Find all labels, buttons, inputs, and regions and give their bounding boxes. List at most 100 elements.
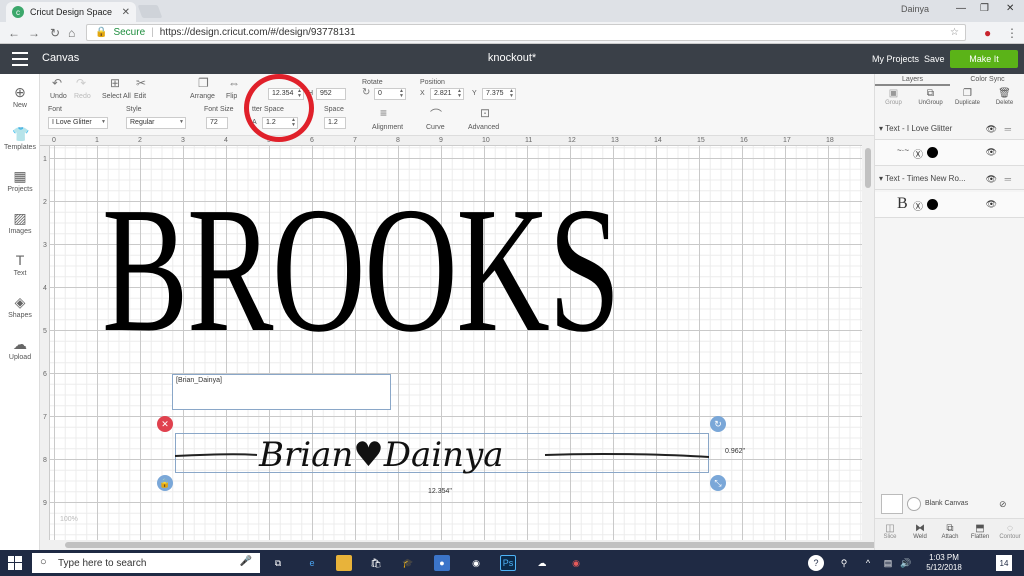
taskbar-clock[interactable]: 1:03 PM 5/12/2018 — [914, 553, 974, 573]
collapse-icon[interactable]: ▾ — [879, 174, 883, 183]
home-icon[interactable]: ⌂ — [68, 26, 75, 40]
browser-user[interactable]: Dainya — [901, 4, 929, 14]
contour-button[interactable]: ◌ Contour — [995, 523, 1024, 540]
curve-menu[interactable]: Curve — [426, 124, 445, 131]
taskbar-search-input[interactable]: ○ Type here to search 🎤 — [32, 553, 260, 573]
slice-button[interactable]: ◫ Slice — [875, 523, 905, 540]
rotate-field[interactable]: 0 ▲ ▼ — [374, 88, 406, 100]
color-swatch[interactable] — [927, 199, 938, 210]
position-x-field[interactable]: 2.821 ▲ ▼ — [430, 88, 464, 100]
tab-color-sync[interactable]: Color Sync — [950, 74, 1024, 86]
ungroup-button[interactable]: ⧉ UnGroup — [912, 88, 949, 106]
advanced-icon[interactable]: ⊡ — [480, 106, 490, 120]
select-all-button[interactable]: Select All — [102, 93, 131, 100]
rotate-handle-icon[interactable]: ↻ — [710, 416, 726, 432]
layer-row-script[interactable]: ~·~ Ⓧ 👁 — [875, 140, 1024, 166]
arrange-menu[interactable]: Arrange — [190, 93, 215, 100]
app-badge-icon[interactable]: ● — [434, 555, 450, 571]
arrange-icon[interactable]: ❐ — [198, 76, 209, 90]
horizontal-scrollbar[interactable] — [40, 540, 890, 550]
undo-button[interactable]: Undo — [50, 93, 67, 100]
color-swatch[interactable] — [927, 147, 938, 158]
select-all-icon[interactable]: ⊞ — [110, 76, 120, 90]
scroll-thumb[interactable] — [65, 542, 890, 548]
alignment-icon[interactable]: ≡ — [380, 106, 387, 120]
advanced-menu[interactable]: Advanced — [468, 124, 499, 131]
cricut-app-icon[interactable]: ☁ — [534, 555, 550, 571]
stepper-icon[interactable]: ▲ ▼ — [457, 89, 462, 99]
position-y-field[interactable]: 7.375 ▲ ▼ — [482, 88, 516, 100]
menu-dots-icon[interactable]: ⋮ — [1006, 26, 1018, 40]
resize-handle-icon[interactable]: ⤡ — [710, 475, 726, 491]
my-projects-link[interactable]: My Projects — [872, 54, 919, 64]
line-space-field[interactable]: 1.2 — [324, 117, 346, 129]
layer-group-times-new-roman[interactable]: ▾ Text - Times New Ro... 👁 ═ — [875, 168, 1024, 190]
write-tool-icon[interactable]: Ⓧ — [913, 146, 923, 161]
sidebar-item-images[interactable]: ▨ Images — [0, 210, 40, 235]
close-tab-icon[interactable]: ✕ — [122, 7, 130, 18]
hide-eye-icon[interactable]: ⊘ — [999, 499, 1007, 510]
blank-canvas-color-icon[interactable] — [907, 497, 921, 511]
eye-icon[interactable]: 👁 — [986, 199, 997, 210]
flatten-button[interactable]: ⬒ Flatten — [965, 523, 995, 540]
lock-handle-icon[interactable]: 🔒 — [157, 475, 173, 491]
eye-icon[interactable]: 👁 — [986, 118, 997, 140]
url-input[interactable]: 🔒 Secure | https://design.cricut.com/#/d… — [86, 24, 966, 41]
forward-icon[interactable]: → — [28, 26, 40, 40]
eye-icon[interactable]: 👁 — [986, 147, 997, 158]
volume-icon[interactable]: 🔊 — [898, 555, 914, 571]
pinterest-icon[interactable]: ● — [984, 26, 991, 40]
reload-icon[interactable]: ↻ — [50, 26, 60, 40]
store-icon[interactable]: 🛍 — [368, 555, 384, 571]
height-field[interactable]: 952 — [316, 88, 346, 100]
drag-handle-icon[interactable]: ═ — [1005, 118, 1011, 140]
pinned-app-icon[interactable]: ◉ — [568, 555, 584, 571]
collapse-icon[interactable]: ▾ — [879, 124, 883, 133]
photoshop-icon[interactable]: Ps — [500, 555, 516, 571]
font-size-field[interactable]: 72 — [206, 117, 228, 129]
back-icon[interactable]: ← — [8, 26, 20, 40]
sidebar-item-templates[interactable]: 👕 Templates — [0, 126, 40, 151]
browser-tab[interactable]: c Cricut Design Space ✕ — [6, 2, 136, 22]
notification-badge[interactable]: 14 — [996, 555, 1012, 571]
make-it-button[interactable]: Make It — [950, 50, 1018, 68]
file-explorer-icon[interactable] — [336, 555, 352, 571]
edit-icon[interactable]: ✂ — [136, 76, 146, 90]
microphone-icon[interactable]: 🎤 — [240, 556, 252, 567]
sidebar-item-upload[interactable]: ☁ Upload — [0, 336, 40, 361]
text-edit-box[interactable]: [Brian_Dainya] — [172, 374, 391, 410]
new-tab-button[interactable] — [137, 5, 163, 18]
bookmark-star-icon[interactable]: ☆ — [950, 27, 959, 38]
layer-row-brooks[interactable]: B Ⓧ 👁 — [875, 192, 1024, 218]
task-view-icon[interactable]: ⧉ — [270, 555, 286, 571]
duplicate-button[interactable]: ❐ Duplicate — [949, 88, 986, 106]
sidebar-item-text[interactable]: T Text — [0, 252, 40, 277]
flip-menu[interactable]: Flip — [226, 93, 237, 100]
tray-up-icon[interactable]: ^ — [860, 555, 876, 571]
blank-canvas-swatch[interactable] — [881, 494, 903, 514]
save-button[interactable]: Save — [924, 54, 945, 64]
maximize-icon[interactable]: ❐ — [980, 3, 989, 14]
stepper-icon[interactable]: ▲ ▼ — [399, 89, 404, 99]
edit-menu[interactable]: Edit — [134, 93, 146, 100]
attach-button[interactable]: ⧉ Attach — [935, 523, 965, 540]
scroll-thumb[interactable] — [865, 148, 871, 188]
group-button[interactable]: ▣ Group — [875, 88, 912, 106]
delete-button[interactable]: 🗑 Delete — [986, 88, 1023, 106]
font-select[interactable]: I Love Glitter ▼ — [48, 117, 108, 129]
people-icon[interactable]: ⚲ — [836, 555, 852, 571]
tab-layers[interactable]: Layers — [875, 74, 950, 86]
alignment-menu[interactable]: Alignment — [372, 124, 403, 131]
windows-start-icon[interactable] — [8, 556, 22, 570]
zoom-control[interactable]: 100% — [60, 516, 78, 523]
help-icon[interactable]: ? — [808, 555, 824, 571]
undo-icon[interactable]: ↶ — [52, 76, 62, 90]
script-text-layer[interactable]: Brian♥Dainya — [175, 424, 709, 482]
edge-icon[interactable]: e — [304, 555, 320, 571]
layer-group-i-love-glitter[interactable]: ▾ Text - I Love Glitter 👁 ═ — [875, 118, 1024, 140]
chrome-icon[interactable]: ◉ — [468, 555, 484, 571]
education-icon[interactable]: 🎓 — [400, 555, 416, 571]
curve-icon[interactable]: ⌒ — [430, 106, 442, 123]
vertical-scrollbar[interactable] — [862, 136, 874, 540]
stepper-icon[interactable]: ▲ ▼ — [509, 89, 514, 99]
